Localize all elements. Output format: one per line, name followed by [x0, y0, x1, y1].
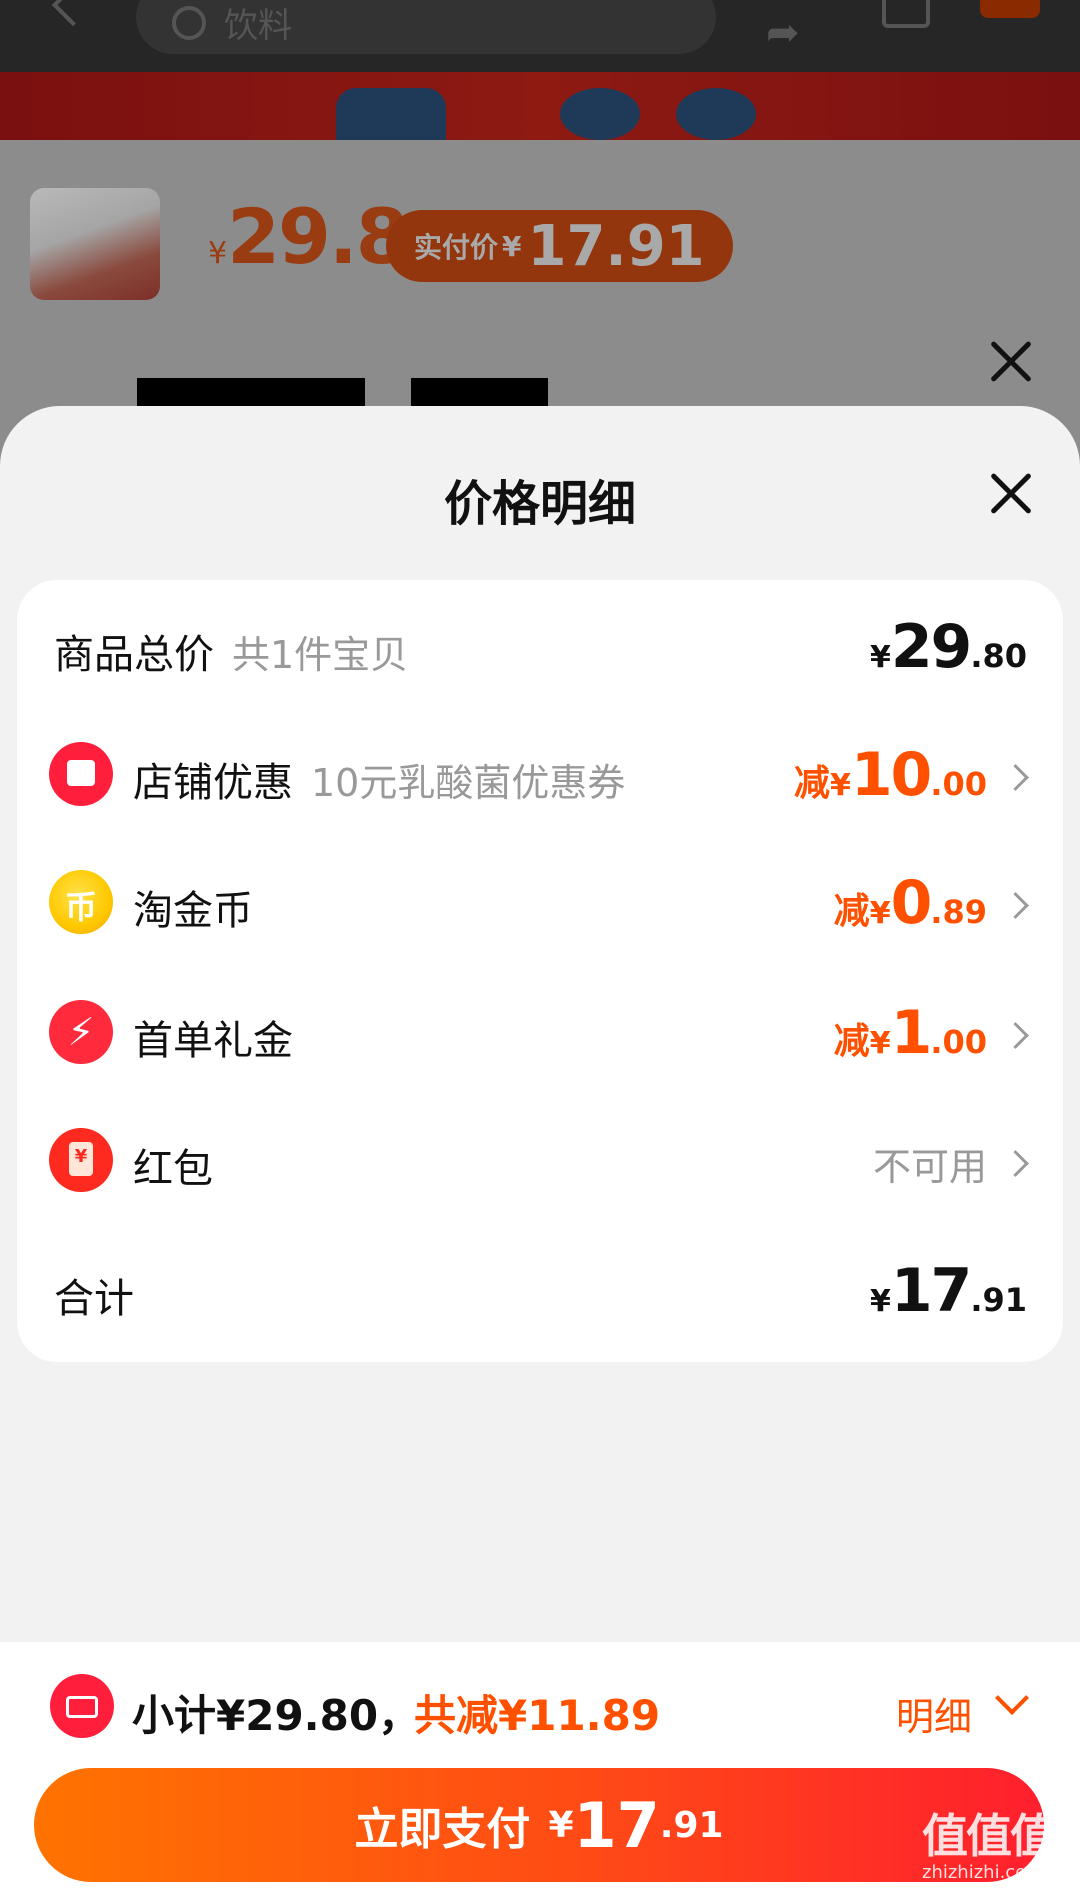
row-status: 不可用: [872, 1145, 987, 1189]
sheet-title: 价格明细: [443, 476, 636, 532]
banner-badge: [560, 88, 640, 140]
row-amount: 减 ¥0.89: [833, 868, 987, 938]
promo-banner: [0, 72, 1080, 140]
row-amount: 减 ¥10.00: [793, 740, 987, 810]
detail-toggle[interactable]: 明细: [896, 1686, 972, 1741]
watermark-logo: 值值值 zhizhizhi.com: [922, 1809, 1056, 1883]
row-amount: ¥29.80: [869, 612, 1027, 682]
top-nav-bar: 饮料 ➦: [0, 0, 1080, 72]
ticket-icon: [50, 1674, 114, 1738]
cart-icon[interactable]: [882, 0, 930, 28]
banner-badge: [676, 88, 756, 140]
banner-tab: [336, 88, 446, 140]
close-icon[interactable]: [988, 470, 1034, 516]
row-label: 红包: [133, 1146, 213, 1192]
pay-button-label: 立即支付: [354, 1804, 531, 1855]
row-sublabel: 10元乳酸菌优惠券: [311, 761, 626, 805]
search-box[interactable]: 饮料: [136, 0, 716, 54]
store-icon: [49, 742, 113, 806]
coin-discount-row[interactable]: 币 淘金币 减 ¥0.89: [17, 858, 1063, 948]
row-label: 首单礼金: [133, 1018, 293, 1064]
more-icon[interactable]: [980, 0, 1040, 18]
chevron-right-icon: [1002, 1022, 1029, 1049]
pay-currency: ¥: [548, 1804, 574, 1846]
row-sublabel: 共1件宝贝: [232, 633, 409, 677]
product-thumbnail: [30, 188, 160, 300]
chevron-right-icon: [1002, 764, 1029, 791]
pay-amount-dec: .91: [659, 1804, 724, 1846]
product-price: ¥29.8: [208, 192, 409, 281]
actual-price-badge: 实付价 ¥ 17.91: [386, 210, 733, 282]
share-icon[interactable]: ➦: [766, 10, 800, 56]
coin-icon: 币: [49, 870, 113, 934]
store-discount-row[interactable]: 店铺优惠 10元乳酸菌优惠券 减 ¥10.00: [17, 730, 1063, 820]
chevron-right-icon: [1002, 892, 1029, 919]
first-order-gift-row[interactable]: ⚡ 首单礼金 减 ¥1.00: [17, 988, 1063, 1078]
red-packet-row[interactable]: ¥ 红包 不可用: [17, 1116, 1063, 1206]
checkout-bar: 小计¥29.80， 共减¥11.89 明细 立即支付 ¥ 17 .91: [0, 1642, 1080, 1895]
chevron-down-icon[interactable]: [995, 1681, 1029, 1715]
pay-now-button[interactable]: 立即支付 ¥ 17 .91: [34, 1768, 1044, 1882]
row-amount: 减 ¥1.00: [833, 998, 987, 1068]
total-discount-text: 共减¥11.89: [414, 1691, 661, 1740]
grand-total-row: 合计 ¥17.91: [17, 1246, 1063, 1336]
back-arrow-icon[interactable]: [51, 0, 95, 27]
chevron-right-icon: [1002, 1150, 1029, 1177]
lightning-icon: ⚡: [49, 1000, 113, 1064]
subtotal-text: 小计¥29.80，: [132, 1691, 421, 1740]
search-placeholder: 饮料: [224, 6, 292, 46]
search-icon: [172, 6, 206, 40]
price-breakdown-card: 商品总价 共1件宝贝 ¥29.80 店铺优惠 10元乳酸菌优惠券 减 ¥10.00 币…: [17, 580, 1063, 1362]
pay-amount-int: 17: [573, 1788, 660, 1862]
close-icon[interactable]: [988, 338, 1034, 384]
row-label: 淘金币: [133, 888, 253, 934]
row-label: 店铺优惠: [133, 760, 293, 806]
row-amount: ¥17.91: [869, 1256, 1027, 1326]
row-label: 商品总价: [54, 632, 214, 678]
goods-total-row: 商品总价 共1件宝贝 ¥29.80: [17, 602, 1063, 692]
red-packet-icon: ¥: [49, 1128, 113, 1192]
row-label: 合计: [54, 1276, 134, 1322]
